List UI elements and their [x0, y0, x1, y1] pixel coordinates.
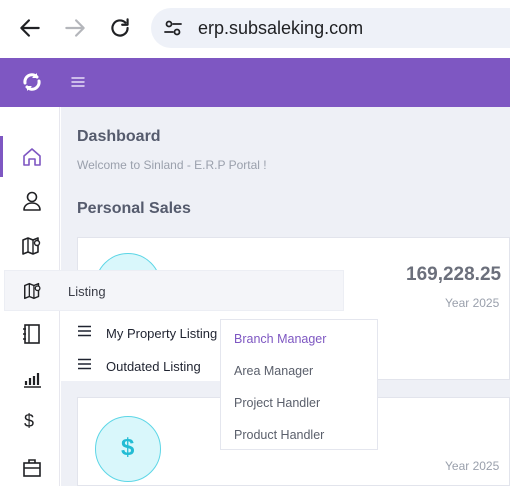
- map-icon: [24, 282, 41, 300]
- dropdown-item-product-handler[interactable]: Product Handler: [234, 428, 324, 442]
- submenu-item-outdated-listing[interactable]: Outdated Listing: [60, 347, 222, 380]
- sidebar-item-label: Listing: [68, 284, 106, 299]
- reload-icon[interactable]: [107, 15, 133, 41]
- stat-card-1-year: Year 2025: [445, 296, 500, 310]
- briefcase-icon[interactable]: [20, 456, 44, 480]
- forward-arrow-icon[interactable]: [62, 15, 88, 41]
- dropdown-item-area-manager[interactable]: Area Manager: [234, 364, 313, 378]
- address-bar[interactable]: erp.subsaleking.com: [151, 8, 510, 48]
- url-text[interactable]: erp.subsaleking.com: [198, 18, 363, 39]
- notebook-icon[interactable]: [20, 322, 44, 346]
- list-icon: [78, 358, 91, 370]
- home-icon[interactable]: [20, 145, 44, 169]
- listing-submenu: My Property Listing Outdated Listing: [60, 311, 222, 381]
- list-icon: [78, 325, 91, 337]
- stat-card-2-year: Year 2025: [445, 459, 500, 473]
- sidebar-active-indicator: [0, 136, 3, 177]
- dropdown-item-branch-manager[interactable]: Branch Manager: [234, 332, 326, 346]
- submenu-item-label: My Property Listing: [106, 326, 218, 341]
- property-listing-dropdown: Branch Manager Area Manager Project Hand…: [220, 319, 378, 450]
- section-title: Personal Sales: [77, 200, 191, 217]
- menu-toggle-icon[interactable]: [70, 74, 86, 90]
- app-logo-icon[interactable]: [20, 70, 44, 94]
- app-header: [0, 58, 510, 107]
- bar-chart-icon[interactable]: [20, 367, 44, 391]
- dollar-icon: $: [121, 434, 135, 461]
- welcome-text: Welcome to Sinland - E.R.P Portal !: [77, 158, 267, 172]
- dropdown-item-project-handler[interactable]: Project Handler: [234, 396, 320, 410]
- dollar-icon[interactable]: $: [24, 411, 34, 432]
- back-arrow-icon[interactable]: [17, 15, 43, 41]
- page-title: Dashboard: [77, 128, 161, 145]
- site-settings-icon[interactable]: [161, 16, 185, 40]
- submenu-item-my-property-listing[interactable]: My Property Listing: [60, 314, 222, 347]
- map-icon[interactable]: [20, 234, 44, 258]
- user-icon[interactable]: [20, 189, 44, 213]
- sidebar-item-listing[interactable]: Listing: [4, 270, 344, 311]
- browser-toolbar: erp.subsaleking.com: [0, 0, 510, 58]
- submenu-item-label: Outdated Listing: [106, 359, 201, 374]
- stat-card-1-value: 169,228.25: [406, 264, 502, 285]
